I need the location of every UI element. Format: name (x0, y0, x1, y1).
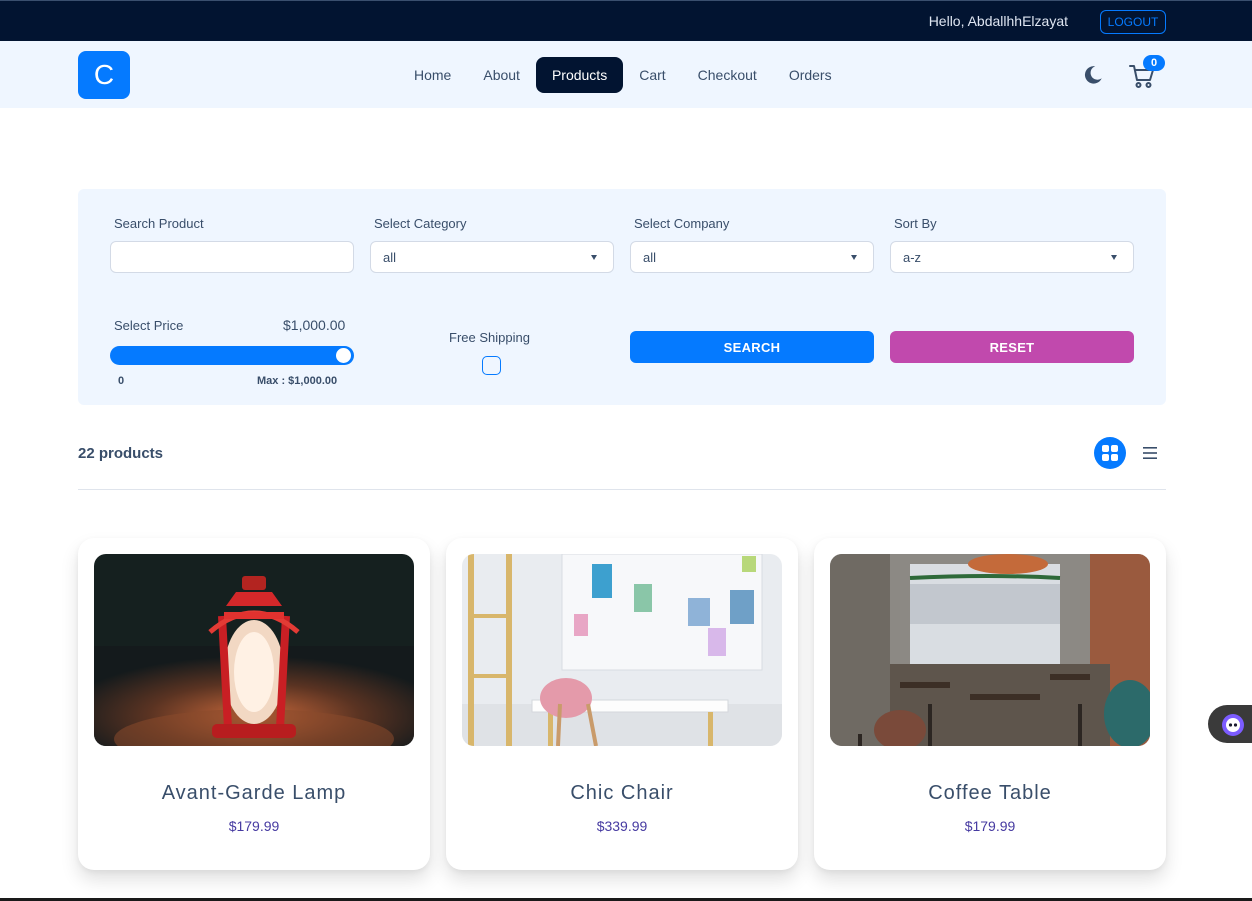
chevron-down-icon (591, 255, 597, 260)
free-shipping-checkbox[interactable] (482, 356, 501, 375)
reset-button[interactable]: RESET (890, 331, 1134, 363)
divider (78, 489, 1166, 490)
nav-link-cart[interactable]: Cart (623, 57, 681, 93)
product-image-lantern[interactable] (94, 554, 414, 746)
product-price: $339.99 (596, 818, 648, 834)
price-range-thumb[interactable] (336, 348, 351, 363)
filters-form: Search Product Select Category all Selec… (78, 189, 1166, 405)
list-icon (1143, 447, 1157, 459)
search-input[interactable] (110, 241, 354, 273)
top-bar: Hello, AbdallhhElzayat LOGOUT (0, 0, 1252, 41)
user-greeting: Hello, AbdallhhElzayat (928, 13, 1068, 29)
list-view-button[interactable] (1138, 443, 1162, 463)
product-title: Chic Chair (570, 782, 674, 804)
nav-link-orders[interactable]: Orders (773, 57, 848, 93)
free-shipping-label: Free Shipping (449, 330, 530, 345)
product-price: $179.99 (228, 818, 280, 834)
nav-link-checkout[interactable]: Checkout (682, 57, 773, 93)
chevron-down-icon (1111, 255, 1117, 260)
category-value: all (383, 249, 397, 265)
moon-icon[interactable] (1082, 64, 1104, 86)
search-button[interactable]: SEARCH (630, 331, 874, 363)
product-image-cafe[interactable] (830, 554, 1150, 746)
grid-icon (1102, 445, 1118, 461)
bot-icon[interactable] (1221, 713, 1245, 737)
company-label: Select Company (634, 216, 730, 231)
nav-link-home[interactable]: Home (398, 57, 467, 93)
product-title: Coffee Table (928, 782, 1052, 804)
logo[interactable]: C (78, 51, 130, 99)
nav-link-about[interactable]: About (467, 57, 536, 93)
nav-link-products[interactable]: Products (535, 57, 624, 93)
product-card[interactable]: Avant-Garde Lamp $179.99 (78, 538, 430, 870)
nav-links: Home About Products Cart Checkout Orders (398, 57, 848, 93)
navbar: C Home About Products Cart Checkout Orde… (0, 41, 1252, 108)
sort-label: Sort By (894, 216, 937, 231)
chevron-down-icon (851, 255, 857, 260)
price-range-slider[interactable] (110, 346, 354, 365)
search-label: Search Product (114, 216, 204, 231)
sort-select[interactable]: a-z (890, 241, 1134, 273)
product-card[interactable]: Chic Chair $339.99 (446, 538, 798, 870)
price-value: $1,000.00 (283, 317, 346, 333)
category-select[interactable]: all (370, 241, 614, 273)
product-price: $179.99 (964, 818, 1016, 834)
price-label: Select Price (114, 318, 184, 333)
price-min: 0 (118, 375, 125, 387)
category-label: Select Category (374, 216, 467, 231)
grid-view-button[interactable] (1094, 437, 1126, 469)
products-count: 22 products (78, 445, 164, 462)
price-max: Max : $1,000.00 (257, 375, 338, 387)
sort-value: a-z (903, 249, 922, 265)
product-image-chair[interactable] (462, 554, 782, 746)
cart-count-badge: 0 (1143, 55, 1165, 71)
product-card[interactable]: Coffee Table $179.99 (814, 538, 1166, 870)
logout-button[interactable]: LOGOUT (1100, 10, 1166, 34)
company-select[interactable]: all (630, 241, 874, 273)
product-title: Avant-Garde Lamp (161, 782, 347, 804)
company-value: all (643, 249, 657, 265)
